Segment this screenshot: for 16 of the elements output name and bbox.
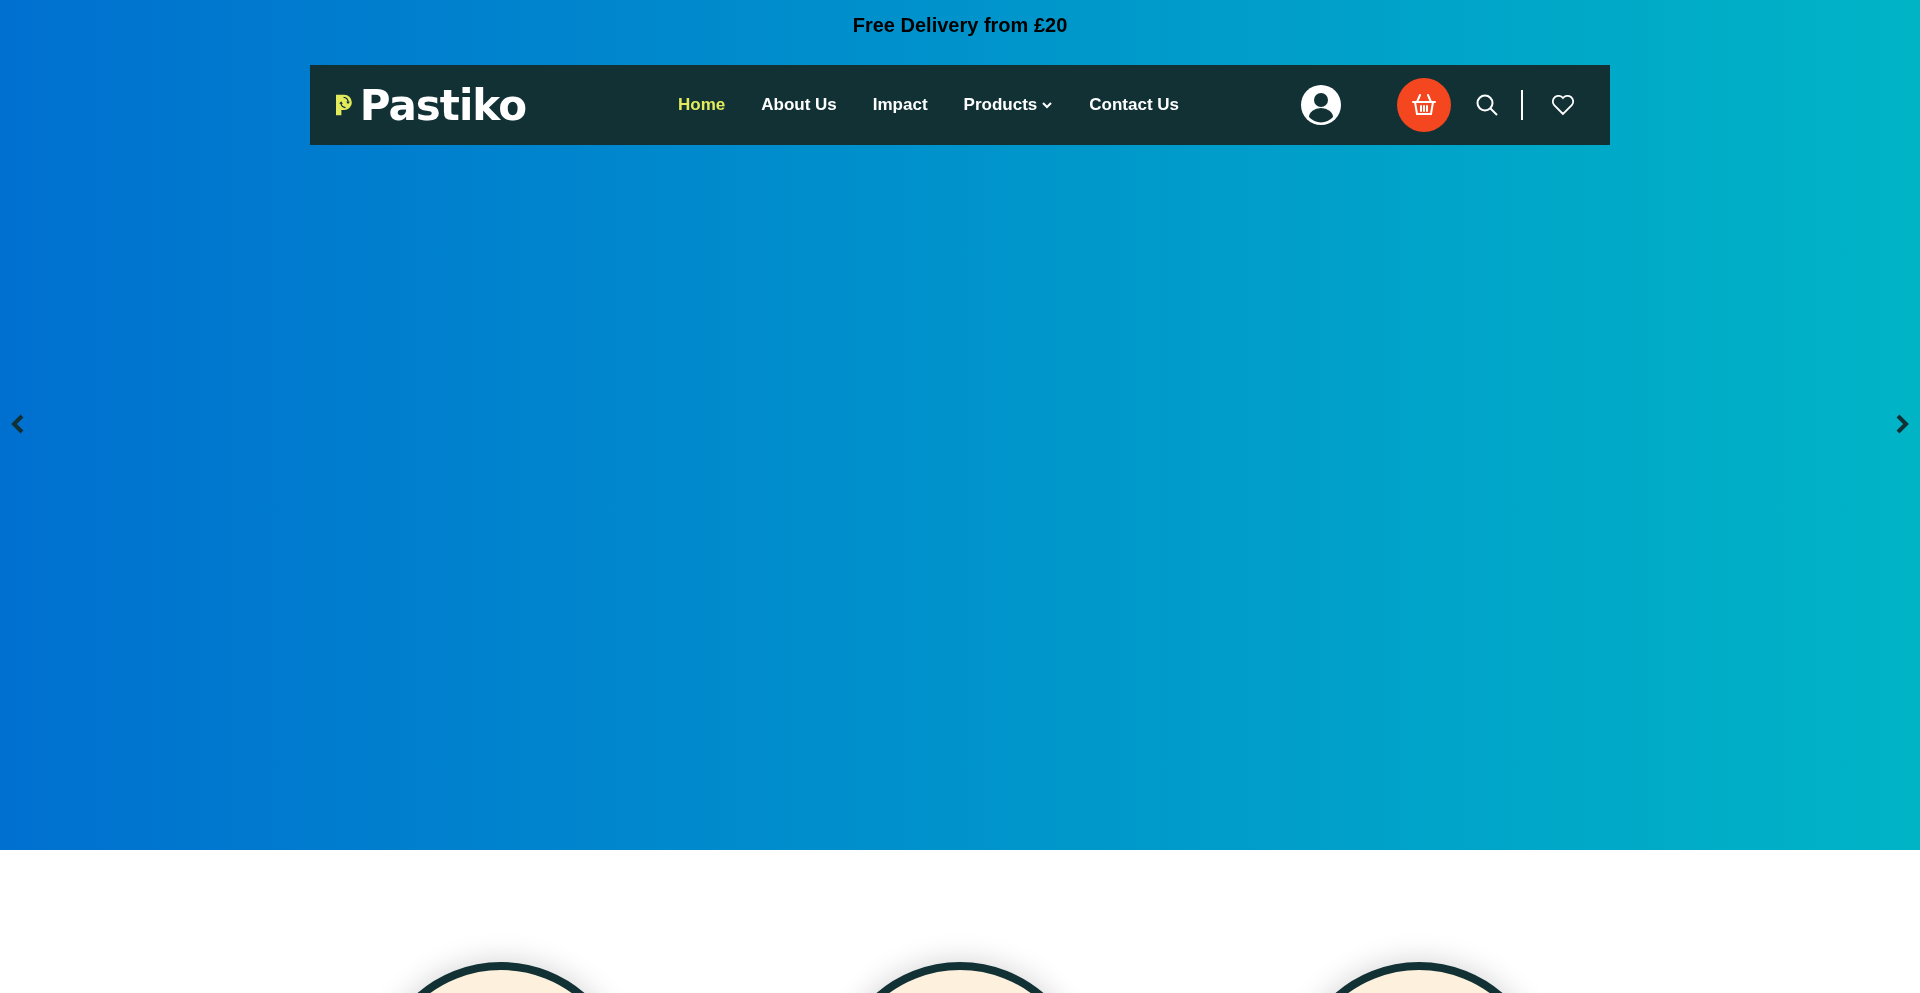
search-button[interactable] xyxy=(1475,93,1499,117)
cart-button[interactable] xyxy=(1397,78,1451,132)
search-icon xyxy=(1475,93,1499,117)
nav-link[interactable]: Contact Us xyxy=(1089,95,1179,115)
nav-link[interactable]: Products xyxy=(963,95,1054,115)
nav-link[interactable]: About Us xyxy=(761,95,837,115)
user-icon xyxy=(1301,85,1341,125)
nav-link[interactable]: Impact xyxy=(872,95,928,115)
logo-text[interactable]: Pastiko xyxy=(359,80,526,130)
nav-link[interactable]: Home xyxy=(678,95,726,115)
heart-icon xyxy=(1551,94,1575,116)
chevron-down-icon xyxy=(1041,99,1054,111)
wishlist-button[interactable] xyxy=(1551,94,1575,116)
announcement-text: Free Delivery from £20 xyxy=(852,14,1068,36)
account-button[interactable] xyxy=(1301,85,1341,125)
basket-icon xyxy=(1411,93,1437,117)
